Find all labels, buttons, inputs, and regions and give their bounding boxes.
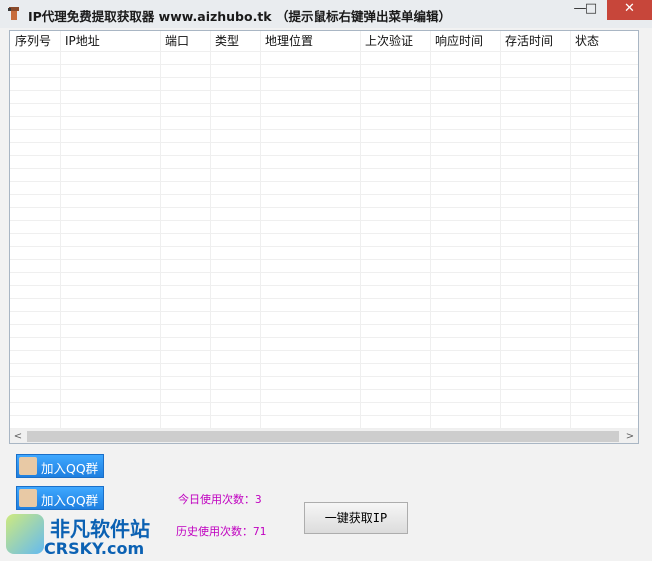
column-header-index[interactable]: 序列号 (10, 31, 60, 51)
watermark-logo: 非凡软件站 CRSKY.com (0, 510, 160, 561)
grid-column-line (360, 31, 361, 431)
column-header-ip[interactable]: IP地址 (60, 31, 160, 51)
join-qq-label-1: 加入QQ群 (41, 461, 99, 476)
grid-row-line (10, 415, 638, 416)
watermark-text: 非凡软件站 (50, 517, 150, 541)
proxy-list-table[interactable]: 序列号 IP地址 端口 类型 地理位置 上次验证 响应时间 存活时间 状态 < … (9, 30, 639, 444)
scrollbar-thumb[interactable] (27, 431, 619, 442)
grid-row-line (10, 64, 638, 65)
scroll-left-icon[interactable]: < (10, 429, 26, 443)
window-title: IP代理免费提取获取器 www.aizhubo.tk （提示鼠标右键弹出菜单编辑… (28, 9, 451, 24)
grid-column-line (210, 31, 211, 431)
grid-row-line (10, 233, 638, 234)
close-button[interactable]: ✕ (607, 0, 652, 20)
grid-row-line (10, 90, 638, 91)
qq-avatar-icon (19, 457, 37, 475)
grid-row-line (10, 350, 638, 351)
grid-column-line (430, 31, 431, 431)
grid-row-line (10, 207, 638, 208)
scroll-right-icon[interactable]: > (622, 429, 638, 443)
grid-row-line (10, 259, 638, 260)
grid-row-line (10, 389, 638, 390)
table-header: 序列号 IP地址 端口 类型 地理位置 上次验证 响应时间 存活时间 状态 (10, 31, 638, 52)
watermark-subtext: CRSKY.com (44, 539, 145, 558)
qq-avatar-icon (19, 489, 37, 507)
grid-row-line (10, 363, 638, 364)
grid-row-line (10, 155, 638, 156)
grid-row-line (10, 194, 638, 195)
grid-column-line (260, 31, 261, 431)
column-header-port[interactable]: 端口 (160, 31, 210, 51)
today-usage-label: 今日使用次数： (178, 493, 255, 506)
join-qq-group-button-2[interactable]: 加入QQ群 (16, 486, 104, 510)
grid-row-line (10, 337, 638, 338)
history-usage-value: 71 (253, 525, 267, 538)
grid-row-line (10, 246, 638, 247)
grid-row-line (10, 298, 638, 299)
column-header-status[interactable]: 状态 (570, 31, 638, 51)
column-header-location[interactable]: 地理位置 (260, 31, 360, 51)
history-usage-count: 历史使用次数：71 (176, 523, 266, 539)
grid-row-line (10, 272, 638, 273)
today-usage-value: 3 (255, 493, 262, 506)
close-icon: ✕ (624, 1, 635, 16)
title-bar[interactable]: IP代理免费提取获取器 www.aizhubo.tk （提示鼠标右键弹出菜单编辑… (0, 0, 652, 28)
grid-row-line (10, 103, 638, 104)
join-qq-label-2: 加入QQ群 (41, 493, 99, 508)
app-icon (8, 7, 19, 20)
grid-column-line (160, 31, 161, 431)
maximize-icon: □ (584, 1, 598, 16)
history-usage-label: 历史使用次数： (176, 525, 253, 538)
column-header-alive-time[interactable]: 存活时间 (500, 31, 570, 51)
grid-column-line (500, 31, 501, 431)
grid-row-line (10, 324, 638, 325)
column-header-response-time[interactable]: 响应时间 (430, 31, 500, 51)
column-header-type[interactable]: 类型 (210, 31, 260, 51)
join-qq-group-button-1[interactable]: 加入QQ群 (16, 454, 104, 478)
horizontal-scrollbar[interactable]: < > (10, 429, 638, 443)
grid-row-line (10, 77, 638, 78)
fetch-ip-button[interactable]: 一键获取IP (304, 502, 408, 534)
grid-row-line (10, 181, 638, 182)
main-window: IP代理免费提取获取器 www.aizhubo.tk （提示鼠标右键弹出菜单编辑… (0, 0, 652, 561)
grid-row-line (10, 402, 638, 403)
grid-row-line (10, 129, 638, 130)
watermark-logo-icon (6, 514, 44, 554)
grid-row-line (10, 142, 638, 143)
grid-row-line (10, 116, 638, 117)
grid-row-line (10, 51, 638, 52)
today-usage-count: 今日使用次数：3 (178, 491, 262, 507)
grid-row-line (10, 168, 638, 169)
grid-column-line (60, 31, 61, 431)
grid-row-line (10, 311, 638, 312)
column-header-last-verified[interactable]: 上次验证 (360, 31, 430, 51)
maximize-button[interactable]: □ (578, 0, 604, 20)
grid-row-line (10, 220, 638, 221)
grid-row-line (10, 285, 638, 286)
grid-row-line (10, 376, 638, 377)
grid-column-line (570, 31, 571, 431)
